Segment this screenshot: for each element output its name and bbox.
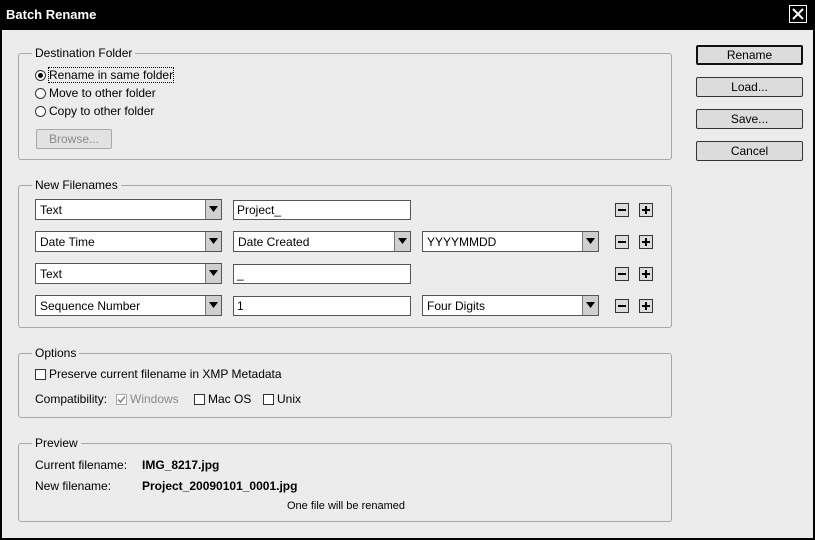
- preview-legend: Preview: [35, 436, 78, 450]
- radio-button[interactable]: [35, 87, 46, 99]
- radio-label: Rename in same folder: [47, 67, 175, 83]
- select-value: Date Time: [40, 235, 95, 249]
- checkmark-icon: [117, 395, 126, 403]
- rename-count-status: One file will be renamed: [287, 500, 406, 512]
- radio-button[interactable]: [35, 105, 46, 117]
- dialog-title: Batch Rename: [6, 7, 97, 22]
- save-button[interactable]: Save...: [696, 109, 803, 129]
- checkbox-label: Preserve current filename in XMP Metadat…: [49, 367, 282, 381]
- checkbox[interactable]: [263, 393, 274, 405]
- checkbox[interactable]: [116, 393, 127, 405]
- chevron-down-icon[interactable]: [582, 232, 598, 251]
- title-bar: Batch Rename: [0, 0, 815, 30]
- checkbox[interactable]: [35, 368, 46, 380]
- checkbox-label: Unix: [277, 392, 302, 406]
- load-button[interactable]: Load...: [696, 77, 803, 97]
- field-value: Project_: [237, 203, 282, 217]
- compatibility-label: Compatibility:: [35, 392, 108, 406]
- radio-copy-other-folder[interactable]: Copy to other folder: [35, 103, 154, 119]
- destination-folder-legend: Destination Folder: [35, 46, 133, 60]
- new-filenames-legend: New Filenames: [35, 178, 118, 192]
- radio-label: Copy to other folder: [49, 104, 155, 118]
- minus-icon: [618, 305, 626, 307]
- plus-icon: [642, 302, 650, 310]
- chevron-down-icon[interactable]: [394, 232, 410, 251]
- filename-text-field[interactable]: _: [233, 264, 411, 284]
- minus-icon: [618, 209, 626, 211]
- add-row-button[interactable]: [639, 235, 653, 249]
- radio-rename-same-folder[interactable]: Rename in same folder: [35, 67, 175, 83]
- add-row-button[interactable]: [639, 299, 653, 313]
- remove-row-button[interactable]: [615, 267, 629, 281]
- select-value: Sequence Number: [40, 299, 141, 313]
- checkbox[interactable]: [194, 393, 205, 405]
- date-format-select[interactable]: YYYYMMDD: [422, 231, 599, 252]
- select-value: YYYYMMDD: [427, 235, 497, 249]
- sequence-digits-select[interactable]: Four Digits: [422, 295, 599, 316]
- preserve-filename-checkbox[interactable]: Preserve current filename in XMP Metadat…: [35, 366, 282, 382]
- chevron-down-icon[interactable]: [582, 296, 598, 315]
- current-filename-label: Current filename:: [35, 458, 128, 472]
- dialog-body: Rename Load... Save... Cancel Destinatio…: [2, 30, 813, 538]
- select-value: Date Created: [238, 235, 310, 249]
- plus-icon: [642, 270, 650, 278]
- filename-text-field[interactable]: Project_: [233, 200, 411, 220]
- close-icon: [792, 8, 804, 20]
- filename-element-type-select[interactable]: Text: [35, 199, 222, 220]
- remove-row-button[interactable]: [615, 203, 629, 217]
- radio-move-other-folder[interactable]: Move to other folder: [35, 85, 156, 101]
- radio-button[interactable]: [35, 69, 46, 81]
- new-filename-value: Project_20090101_0001.jpg: [142, 479, 298, 493]
- cancel-button[interactable]: Cancel: [696, 141, 803, 161]
- select-value: Text: [40, 267, 63, 281]
- add-row-button[interactable]: [639, 267, 653, 281]
- add-row-button[interactable]: [639, 203, 653, 217]
- sequence-start-field[interactable]: 1: [233, 296, 411, 316]
- new-filename-label: New filename:: [35, 479, 112, 493]
- checkbox-label: Mac OS: [208, 392, 252, 406]
- select-value: Four Digits: [427, 299, 486, 313]
- current-filename-value: IMG_8217.jpg: [142, 458, 220, 472]
- remove-row-button[interactable]: [615, 299, 629, 313]
- browse-button[interactable]: Browse...: [36, 129, 112, 149]
- chevron-down-icon[interactable]: [205, 296, 221, 315]
- chevron-down-icon[interactable]: [205, 264, 221, 283]
- field-value: 1: [237, 299, 244, 313]
- options-legend: Options: [35, 346, 77, 360]
- close-button[interactable]: [789, 5, 807, 23]
- filename-element-type-select[interactable]: Sequence Number: [35, 295, 222, 316]
- checkbox-label: Windows: [130, 392, 179, 406]
- select-value: Text: [40, 203, 63, 217]
- filename-element-type-select[interactable]: Text: [35, 263, 222, 284]
- chevron-down-icon[interactable]: [205, 232, 221, 251]
- rename-button[interactable]: Rename: [696, 45, 803, 65]
- radio-label: Move to other folder: [49, 86, 156, 100]
- compat-macos-checkbox[interactable]: Mac OS: [194, 391, 251, 407]
- plus-icon: [642, 238, 650, 246]
- field-value: _: [237, 267, 244, 281]
- compat-windows-checkbox[interactable]: Windows: [116, 391, 179, 407]
- chevron-down-icon[interactable]: [205, 200, 221, 219]
- compat-unix-checkbox[interactable]: Unix: [263, 391, 301, 407]
- options-group: Options: [18, 346, 672, 418]
- batch-rename-dialog: Batch Rename Rename Load... Save... Canc…: [0, 0, 815, 540]
- plus-icon: [642, 206, 650, 214]
- date-source-select[interactable]: Date Created: [233, 231, 411, 252]
- minus-icon: [618, 273, 626, 275]
- minus-icon: [618, 241, 626, 243]
- remove-row-button[interactable]: [615, 235, 629, 249]
- filename-element-type-select[interactable]: Date Time: [35, 231, 222, 252]
